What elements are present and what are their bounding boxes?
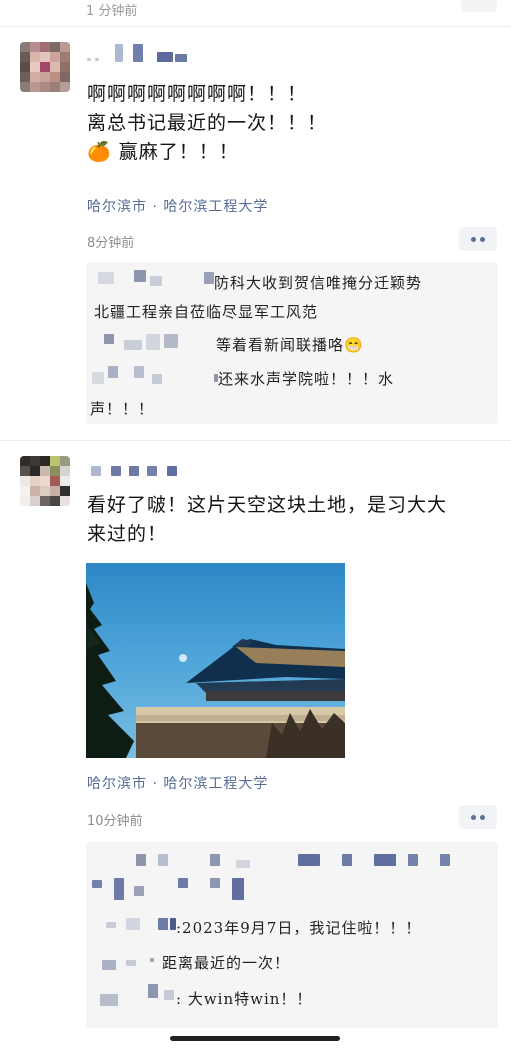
post-photo[interactable]	[86, 563, 345, 758]
post-text: 看好了啵！这片天空这块土地，是习大大 来过的！	[87, 491, 447, 549]
previous-post-time: 1 分钟前	[86, 4, 138, 19]
avatar[interactable]	[20, 456, 70, 506]
more-button[interactable]	[459, 227, 497, 251]
comment-text: :2023年9月7日，我记住啦！！！	[176, 919, 422, 937]
comment-text: 防科大收到贺信唯掩分迁颖势	[214, 274, 423, 292]
sky-and-palace-roof-image	[86, 583, 345, 758]
post-text: 啊啊啊啊啊啊啊啊！！！ 离总书记最近的一次！！！ 🍊 赢麻了！！！	[87, 80, 327, 167]
post-text-line: 离总书记最近的一次！！！	[87, 112, 328, 134]
comment-text: 还来水声学院啦！！！水	[218, 370, 395, 388]
home-indicator[interactable]	[170, 1036, 340, 1041]
comment-text: : 大win特win！！	[176, 990, 313, 1008]
location-link[interactable]: 哈尔滨市 · 哈尔滨工程大学	[87, 773, 268, 793]
comment-text: 距离最近的一次！	[162, 954, 291, 972]
comments-panel: 防科大收到贺信唯掩分迁颖势 北疆工程亲自莅临尽显军工风范 等着看新闻联播咯😁 还…	[86, 262, 498, 424]
more-button[interactable]	[459, 805, 497, 829]
post-time: 10分钟前	[87, 814, 143, 829]
comments-panel: :2023年9月7日，我记住啦！！！ 距离最近的一次！ : 大win特win！！	[86, 842, 498, 1028]
more-dots-icon	[471, 814, 476, 820]
post-text-line: 来过的！	[87, 523, 168, 545]
divider	[0, 440, 511, 441]
more-dots-icon	[471, 236, 476, 242]
previous-post-tail: 1 分钟前	[0, 0, 511, 24]
moon-icon	[179, 654, 187, 662]
comment-text: 北疆工程亲自莅临尽显军工风范	[94, 303, 319, 321]
post-text-line: 啊啊啊啊啊啊啊啊！！！	[87, 83, 308, 105]
user-name-redacted[interactable]	[87, 44, 197, 64]
comment-text: 等着看新闻联播咯😁	[216, 336, 364, 354]
post-text-line: 看好了啵！这片天空这块土地，是习大大	[87, 494, 448, 516]
avatar[interactable]	[20, 42, 70, 92]
previous-more-button[interactable]	[461, 0, 497, 12]
post-text-line: 🍊 赢麻了！！！	[87, 141, 239, 163]
comment-text: 声！！！	[90, 400, 155, 418]
divider	[0, 26, 511, 27]
user-name-redacted[interactable]	[87, 464, 187, 484]
post-time: 8分钟前	[87, 236, 135, 251]
location-link[interactable]: 哈尔滨市 · 哈尔滨工程大学	[87, 196, 268, 216]
